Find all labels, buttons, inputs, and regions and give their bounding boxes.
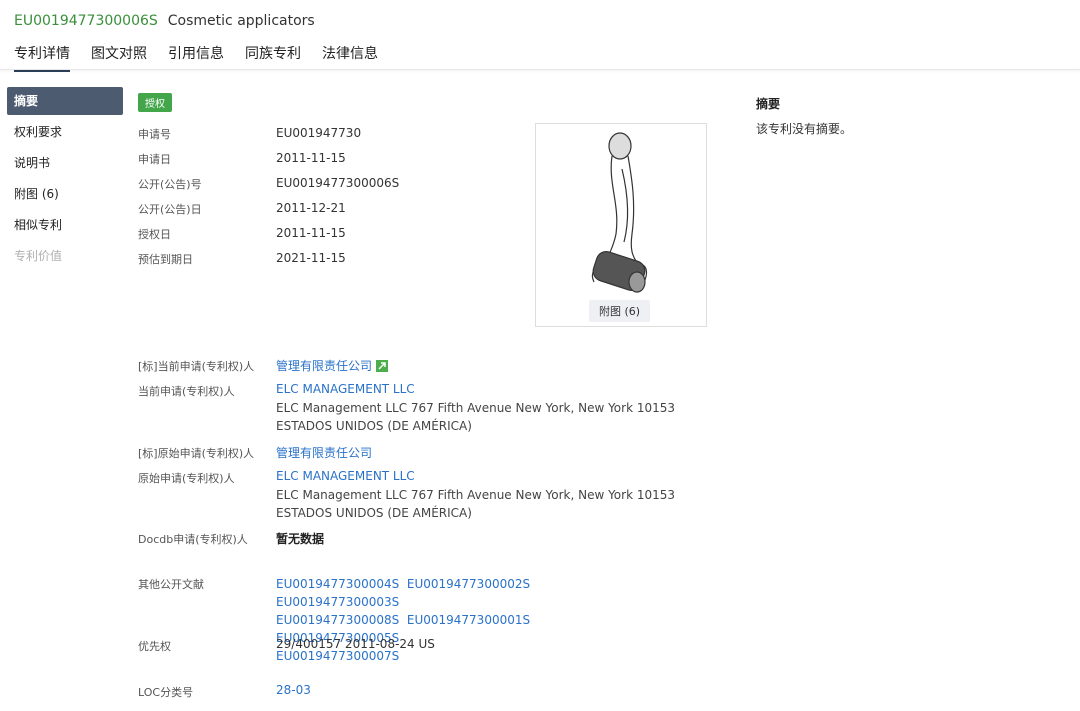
docdb-applicant-label: Docdb申请(专利权)人 — [138, 533, 248, 546]
other-doc-link[interactable]: EU0019477300008S — [276, 613, 399, 627]
current-applicant-address: ELC Management LLC 767 Fifth Avenue New … — [276, 401, 676, 433]
sidebar-item-value: 专利价值 — [14, 249, 63, 263]
priority-value: 29/400157 2011-08-24 US — [276, 637, 435, 651]
original-applicant-name[interactable]: ELC MANAGEMENT LLC — [276, 469, 415, 483]
sidebar-item-similar[interactable]: 相似专利 — [7, 211, 123, 242]
pub-date-value: 2011-12-21 — [276, 201, 346, 215]
sidebar-item-abstract[interactable]: 摘要 — [7, 87, 123, 115]
tab-family[interactable]: 同族专利 — [245, 43, 301, 72]
external-link-icon[interactable] — [376, 360, 389, 372]
std-original-applicant[interactable]: 管理有限责任公司 — [276, 444, 372, 461]
loc-value[interactable]: 28-03 — [276, 683, 311, 697]
other-doc-link[interactable]: EU0019477300007S — [276, 649, 399, 663]
figure-thumbnail[interactable] — [535, 123, 707, 327]
sidebar-item-claims[interactable]: 权利要求 — [7, 118, 123, 149]
sidebar-item-figures[interactable]: 附图 (6) — [7, 180, 123, 211]
patent-header: EU0019477300006S Cosmetic applicators — [14, 13, 315, 29]
other-docs-list: EU0019477300004S EU0019477300002S EU0019… — [276, 575, 636, 665]
app-no-label: 申请号 — [138, 128, 171, 141]
figures-button[interactable]: 附图 (6) — [589, 300, 651, 322]
tab-bar: 专利详情 图文对照 引用信息 同族专利 法律信息 — [14, 43, 399, 72]
tab-citations[interactable]: 引用信息 — [168, 43, 224, 72]
loc-label: LOC分类号 — [138, 686, 194, 699]
priority-label: 优先权 — [138, 640, 171, 653]
header-title: Cosmetic applicators — [167, 13, 315, 29]
tab-legal[interactable]: 法律信息 — [322, 43, 378, 72]
grant-date-value: 2011-11-15 — [276, 226, 346, 240]
sidebar-item-description[interactable]: 说明书 — [7, 149, 123, 180]
std-current-applicant-name[interactable]: 管理有限责任公司 — [276, 359, 372, 373]
pub-no-value: EU0019477300006S — [276, 176, 400, 190]
other-doc-link[interactable]: EU0019477300004S — [276, 577, 399, 591]
current-applicant-name[interactable]: ELC MANAGEMENT LLC — [276, 382, 415, 396]
other-doc-link[interactable]: EU0019477300002S — [407, 577, 530, 591]
other-doc-link[interactable]: EU0019477300003S — [276, 595, 399, 609]
sidebar: 摘要 权利要求 说明书 附图 (6) 相似专利 专利价值 — [7, 87, 123, 273]
pub-no-label: 公开(公告)号 — [138, 178, 202, 191]
docdb-applicant-value: 暂无数据 — [276, 532, 325, 546]
abstract-title: 摘要 — [756, 97, 781, 111]
expiry-label: 预估到期日 — [138, 253, 193, 266]
app-no-value: EU001947730 — [276, 126, 362, 140]
std-original-applicant-label: [标]原始申请(专利权)人 — [138, 447, 255, 460]
tab-patent-details[interactable]: 专利详情 — [14, 43, 70, 72]
top-bar: EU0019477300006S Cosmetic applicators 专利详… — [0, 0, 1080, 72]
header-publication-number: EU0019477300006S — [14, 13, 158, 29]
abstract-text: 该专利没有摘要。 — [756, 122, 853, 136]
other-doc-link[interactable]: EU0019477300001S — [407, 613, 530, 627]
original-applicant-address: ELC Management LLC 767 Fifth Avenue New … — [276, 488, 676, 520]
tab-text-image[interactable]: 图文对照 — [91, 43, 147, 72]
expiry-value: 2021-11-15 — [276, 251, 346, 265]
std-current-applicant[interactable]: 管理有限责任公司 — [276, 357, 389, 374]
other-docs-label: 其他公开文献 — [138, 578, 204, 591]
grant-date-label: 授权日 — [138, 228, 171, 241]
pub-date-label: 公开(公告)日 — [138, 203, 202, 216]
original-applicant-label: 原始申请(专利权)人 — [138, 472, 235, 485]
app-date-value: 2011-11-15 — [276, 151, 346, 165]
status-badge: 授权 — [138, 93, 172, 112]
app-date-label: 申请日 — [138, 153, 171, 166]
applicator-drawing — [591, 132, 648, 293]
current-applicant-label: 当前申请(专利权)人 — [138, 385, 235, 398]
std-current-applicant-label: [标]当前申请(专利权)人 — [138, 360, 255, 373]
